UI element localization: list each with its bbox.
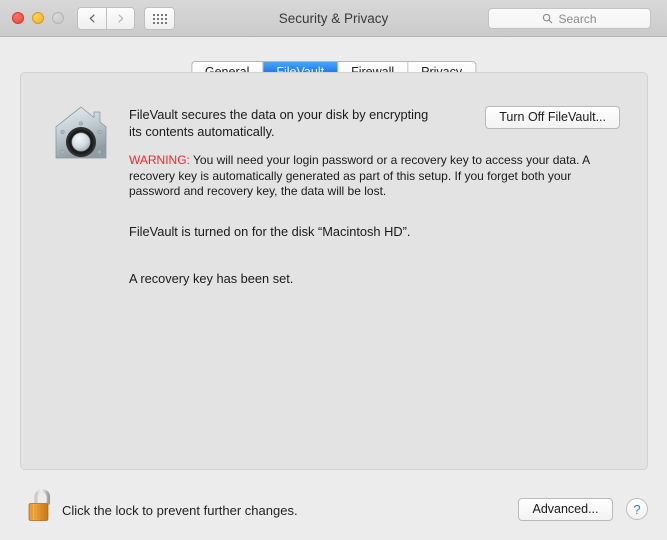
- filevault-recovery-key-status: A recovery key has been set.: [129, 271, 294, 286]
- warning-body: You will need your login password or a r…: [129, 153, 590, 198]
- minimize-window-button[interactable]: [32, 12, 44, 24]
- back-button[interactable]: [77, 7, 106, 30]
- search-field[interactable]: Search: [488, 8, 651, 29]
- show-all-button[interactable]: [144, 7, 175, 30]
- search-icon: [543, 13, 553, 24]
- filevault-warning-text: WARNING: You will need your login passwo…: [129, 153, 599, 200]
- forward-button[interactable]: [106, 7, 135, 30]
- filevault-content-panel: FileVault secures the data on your disk …: [20, 72, 648, 470]
- window-titlebar: Security & Privacy Search: [0, 0, 667, 37]
- open-padlock-icon[interactable]: [25, 484, 59, 526]
- filevault-disk-status: FileVault is turned on for the disk “Mac…: [129, 224, 411, 239]
- navigation-button-group: [77, 7, 135, 30]
- filevault-description: FileVault secures the data on your disk …: [129, 107, 429, 139]
- traffic-light-group: [12, 12, 64, 24]
- lock-caption: Click the lock to prevent further change…: [62, 503, 298, 518]
- close-window-button[interactable]: [12, 12, 24, 24]
- chevron-left-icon: [89, 14, 95, 23]
- advanced-button[interactable]: Advanced...: [518, 498, 613, 521]
- help-button[interactable]: ?: [626, 498, 648, 520]
- chevron-right-icon: [118, 14, 124, 23]
- grid-dots-icon: [152, 13, 167, 24]
- filevault-house-safe-icon: [55, 106, 107, 159]
- turn-off-filevault-button[interactable]: Turn Off FileVault...: [485, 106, 620, 129]
- zoom-window-button: [52, 12, 64, 24]
- warning-label: WARNING:: [129, 153, 190, 167]
- search-input-placeholder: Search: [558, 11, 597, 26]
